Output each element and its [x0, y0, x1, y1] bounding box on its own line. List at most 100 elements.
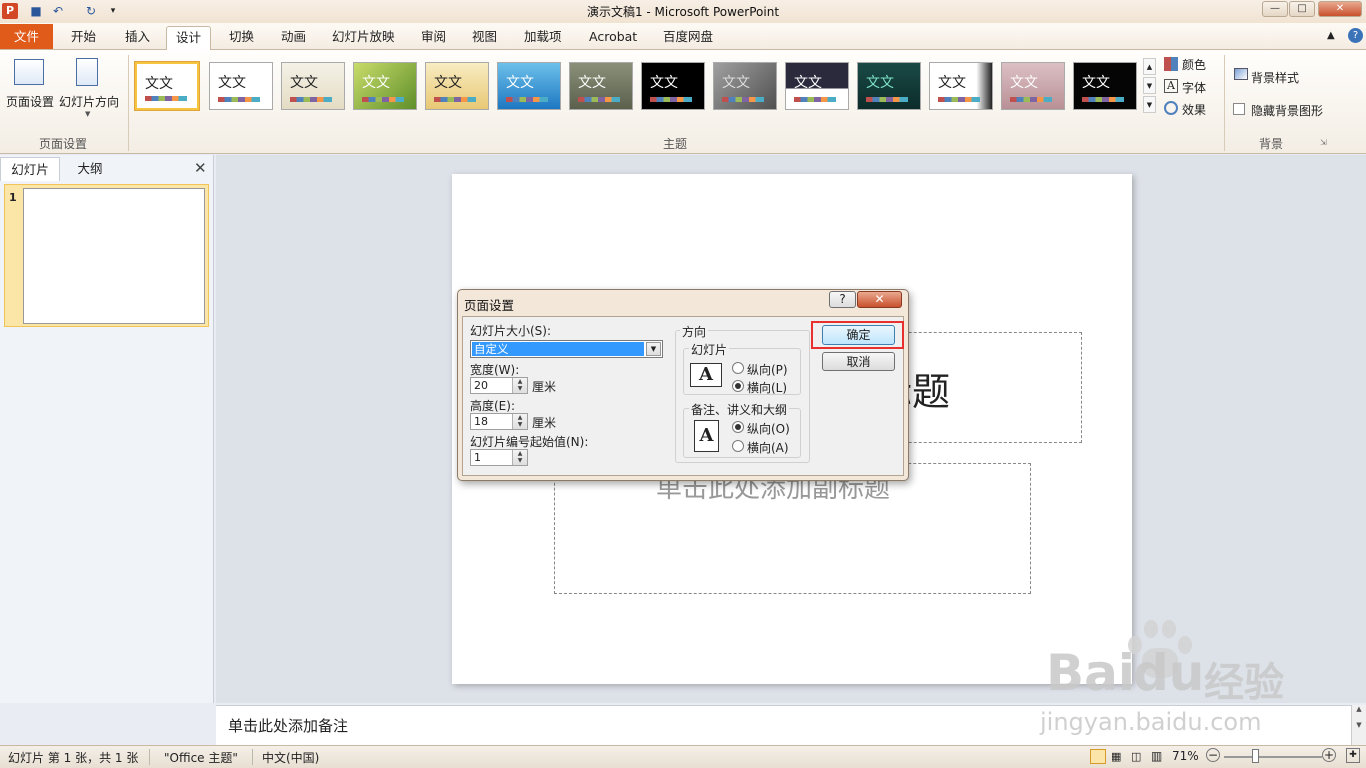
orientation-label: 方向 — [680, 323, 709, 340]
fit-to-window-icon[interactable]: ✚ — [1346, 748, 1360, 763]
reading-view-icon[interactable]: ◫ — [1131, 750, 1141, 763]
tab-design[interactable]: 设计 — [166, 26, 212, 51]
maximize-button[interactable]: □ — [1289, 1, 1315, 17]
slideshow-view-icon[interactable]: ▥ — [1151, 749, 1162, 763]
watermark-brand-du: du — [1133, 644, 1205, 702]
portrait-page-icon: A — [694, 420, 719, 452]
close-button[interactable]: ✕ — [1318, 1, 1362, 17]
help-icon[interactable]: ? — [1348, 28, 1363, 43]
slides-portrait-label: 纵向(P) — [747, 363, 788, 377]
status-separator — [149, 749, 150, 765]
tab-home[interactable]: 开始 — [62, 26, 105, 50]
status-bar: 幻灯片 第 1 张，共 1 张 "Office 主题" 中文(中国) ▦ ◫ ▥… — [0, 745, 1366, 768]
notes-orientation-label: 备注、讲义和大纲 — [689, 401, 790, 418]
width-spinner[interactable]: ▲ ▼ — [512, 378, 527, 393]
theme-thumb[interactable]: 文文 — [569, 62, 633, 110]
theme-thumb-office[interactable]: 文文 — [135, 62, 199, 110]
theme-more-icon[interactable]: ▼ — [1143, 96, 1156, 113]
watermark-cn: 经验 — [1204, 660, 1284, 706]
tab-transitions[interactable]: 切换 — [220, 26, 263, 50]
zoom-slider-track[interactable] — [1224, 756, 1322, 758]
ok-button[interactable]: 确定 — [822, 325, 895, 345]
tab-outline-panel[interactable]: 大纲 — [60, 157, 120, 181]
zoom-level[interactable]: 71% — [1172, 749, 1199, 763]
theme-thumb[interactable]: 文文 — [929, 62, 993, 110]
slide-thumbnail[interactable] — [23, 188, 205, 324]
theme-scroll-down-icon[interactable]: ▼ — [1143, 77, 1156, 94]
dialog-close-button[interactable]: ✕ — [857, 291, 902, 308]
hide-graphics-label: 隐藏背景图形 — [1251, 104, 1324, 118]
theme-thumb[interactable]: 文文 — [641, 62, 705, 110]
page-setup-icon[interactable] — [14, 59, 44, 85]
tab-file[interactable]: 文件 — [0, 24, 54, 49]
notes-landscape-radio[interactable] — [732, 440, 744, 452]
theme-fonts-button[interactable]: 字体 — [1182, 79, 1206, 96]
height-label: 高度(E): — [470, 399, 515, 413]
status-language[interactable]: 中文(中国) — [262, 749, 319, 766]
watermark-url: jingyan.baidu.com — [1040, 708, 1262, 736]
slide-size-label: 幻灯片大小(S): — [470, 324, 552, 338]
dialog-launcher-icon[interactable]: ⇲ — [1320, 138, 1327, 147]
collapse-ribbon-icon[interactable]: ▲ — [1327, 30, 1335, 41]
notes-landscape-label: 横向(A) — [747, 441, 789, 455]
number-start-spinner[interactable]: ▲ ▼ — [512, 450, 527, 465]
background-styles-button[interactable]: 背景样式 — [1251, 69, 1299, 86]
theme-thumb[interactable]: 文文 — [785, 62, 849, 110]
theme-thumb[interactable]: 文文 — [353, 62, 417, 110]
status-slide-info: 幻灯片 第 1 张，共 1 张 — [8, 751, 139, 765]
zoom-in-icon[interactable]: + — [1322, 748, 1336, 762]
tab-acrobat[interactable]: Acrobat — [580, 26, 646, 50]
tab-animations[interactable]: 动画 — [272, 26, 315, 50]
tab-slides-panel[interactable]: 幻灯片 — [0, 157, 60, 181]
theme-scroll-up-icon[interactable]: ▲ — [1143, 58, 1156, 75]
zoom-slider-thumb[interactable] — [1252, 749, 1259, 763]
slides-landscape-label: 横向(L) — [747, 381, 788, 395]
theme-thumb[interactable]: 文文 — [425, 62, 489, 110]
theme-thumb[interactable]: 文文 — [1073, 62, 1137, 110]
fonts-icon: A — [1164, 79, 1178, 93]
group-separator — [128, 55, 129, 151]
theme-thumb[interactable]: 文文 — [209, 62, 273, 110]
status-theme[interactable]: "Office 主题" — [164, 749, 238, 766]
tab-view[interactable]: 视图 — [463, 26, 506, 50]
tab-baidu[interactable]: 百度网盘 — [654, 26, 722, 50]
zoom-out-icon[interactable]: − — [1206, 748, 1220, 762]
cancel-button[interactable]: 取消 — [822, 352, 895, 371]
tab-insert[interactable]: 插入 — [116, 26, 159, 50]
tab-slideshow[interactable]: 幻灯片放映 — [323, 26, 404, 50]
tab-review[interactable]: 审阅 — [412, 26, 455, 50]
notes-scrollbar[interactable]: ▲ ▼ — [1351, 705, 1366, 745]
theme-thumb[interactable]: 文文 — [713, 62, 777, 110]
theme-thumb[interactable]: 文文 — [857, 62, 921, 110]
tab-addins[interactable]: 加载项 — [515, 26, 571, 50]
close-panel-icon[interactable]: ✕ — [194, 159, 207, 177]
height-unit: 厘米 — [532, 416, 557, 430]
theme-thumb[interactable]: 文文 — [281, 62, 345, 110]
dialog-help-button[interactable]: ? — [829, 291, 856, 308]
slides-portrait-radio[interactable] — [732, 362, 744, 374]
notes-portrait-radio[interactable] — [732, 421, 744, 433]
theme-thumb[interactable]: 文文 — [1001, 62, 1065, 110]
slide-orientation-icon[interactable] — [76, 58, 98, 86]
slide-sorter-icon[interactable]: ▦ — [1111, 750, 1121, 763]
slide-orientation-button[interactable]: 幻灯片方向 — [59, 93, 119, 110]
group-label-themes: 主题 — [662, 137, 687, 151]
chevron-down-icon[interactable]: ▼ — [646, 342, 661, 356]
notes-portrait-label: 纵向(O) — [747, 422, 790, 436]
ribbon-tabs: 文件 开始 插入 设计 切换 动画 幻灯片放映 审阅 视图 加载项 Acroba… — [0, 23, 1366, 51]
theme-colors-button[interactable]: 颜色 — [1182, 56, 1206, 73]
chevron-down-icon: ▼ — [85, 110, 91, 118]
height-spinner[interactable]: ▲ ▼ — [512, 414, 527, 429]
colors-icon — [1164, 57, 1178, 71]
hide-graphics-checkbox[interactable] — [1233, 103, 1245, 115]
slides-landscape-radio[interactable] — [732, 380, 744, 392]
normal-view-icon[interactable] — [1090, 749, 1106, 764]
minimize-button[interactable]: — — [1262, 1, 1288, 17]
theme-thumb[interactable]: 文文 — [497, 62, 561, 110]
theme-effects-button[interactable]: 效果 — [1182, 101, 1206, 118]
slide-size-select[interactable]: 自定义 ▼ — [470, 340, 663, 358]
window-title: 演示文稿1 - Microsoft PowerPoint — [586, 5, 780, 19]
page-setup-button[interactable]: 页面设置 — [6, 93, 54, 110]
number-start-label: 幻灯片编号起始值(N): — [470, 435, 589, 449]
width-label: 宽度(W): — [470, 363, 520, 377]
